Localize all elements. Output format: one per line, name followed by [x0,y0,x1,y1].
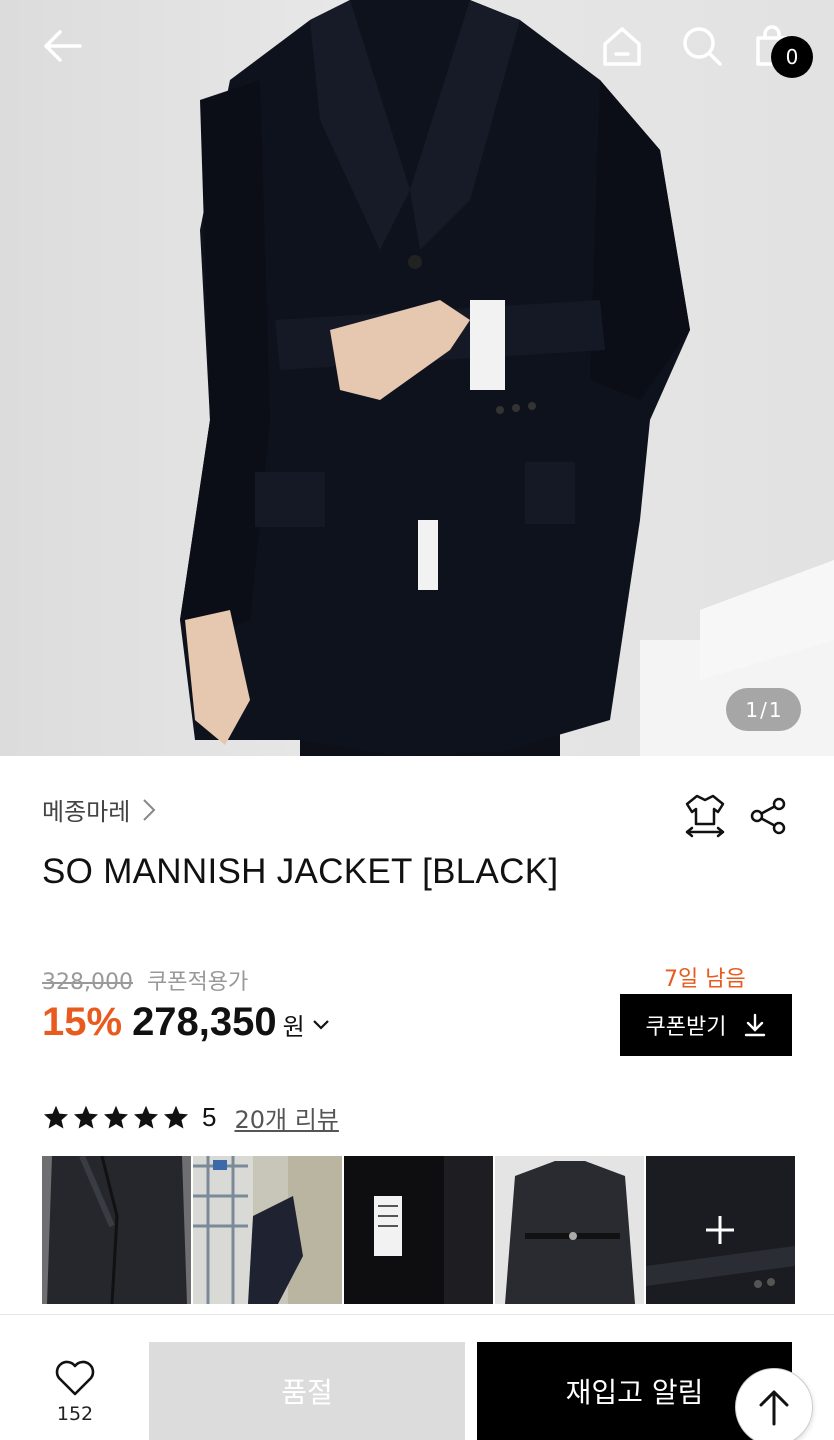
rating-row: 5 20개 리뷰 [42,1100,339,1135]
currency-unit: 원 [282,1013,305,1041]
review-photo-thumbnail[interactable] [42,1156,191,1304]
review-photo-image [344,1156,493,1304]
review-count-link[interactable]: 20개 리뷰 [234,1100,338,1135]
home-button[interactable] [598,22,646,70]
rating-stars [42,1104,190,1132]
brand-link[interactable]: 메종마레 [42,792,156,827]
chevron-down-icon [312,1019,329,1030]
sale-price: 278,350 [132,1000,277,1044]
get-coupon-button[interactable]: 쿠폰받기 [620,994,792,1056]
review-photo-strip [42,1156,795,1304]
image-counter-total: 1 [768,697,782,722]
image-counter-current: 1 [745,697,759,722]
home-icon [603,27,641,66]
plus-icon [706,1216,734,1244]
review-photo-thumbnail[interactable] [344,1156,493,1304]
review-photo-image [193,1156,342,1304]
search-button[interactable] [678,22,726,70]
search-icon [683,27,722,66]
share-icon [750,797,786,835]
top-navigation-bar: 0 [0,0,834,96]
discount-rate: 15% [42,1000,123,1044]
original-price-row: 328,000 쿠폰적용가 [42,964,248,996]
review-photo-image [495,1156,644,1304]
cart-count-badge: 0 [771,36,813,78]
coupon-days-left: 7일 남음 [664,967,746,992]
wishlist-count: 152 [56,1403,94,1425]
product-image-carousel[interactable]: 0 1 / 1 [0,0,834,756]
scroll-to-top-button[interactable] [735,1368,813,1440]
star-icon [43,1105,69,1128]
star-icon [133,1105,159,1128]
arrow-up-icon [759,1390,789,1426]
wishlist-button[interactable]: 152 [44,1359,106,1425]
price-breakdown-toggle[interactable]: 15% 278,350 원 [42,1000,331,1045]
product-detail-page: 0 1 / 1 메종마레 SO MANNISH JACKET [BLACK] 3… [0,0,834,1440]
bottom-action-bar: 152 품절 재입고 알림 [0,1314,834,1440]
star-icon [163,1105,189,1128]
product-title: SO MANNISH JACKET [BLACK] [42,852,559,891]
rating-value: 5 [202,1102,217,1132]
size-guide-button[interactable] [680,790,730,840]
coupon-price-label: 쿠폰적용가 [146,970,249,995]
review-photo-thumbnail[interactable] [495,1156,644,1304]
get-coupon-label: 쿠폰받기 [645,1015,727,1040]
size-guide-icon [685,794,725,838]
review-photo-thumbnail[interactable] [193,1156,342,1304]
product-photo [180,0,834,756]
share-button[interactable] [744,792,792,840]
image-counter-separator: / [760,697,767,722]
brand-name: 메종마레 [42,798,131,826]
back-arrow-icon [44,30,82,62]
download-icon [745,1013,766,1037]
chevron-right-icon [143,798,156,821]
soldout-button: 품절 [149,1342,465,1440]
image-counter: 1 / 1 [726,688,801,731]
review-photo-more[interactable] [646,1156,795,1304]
review-photo-image [42,1156,191,1304]
star-icon [73,1105,99,1128]
heart-icon [55,1360,95,1396]
original-price: 328,000 [42,970,133,995]
star-icon [103,1105,129,1128]
back-button[interactable] [38,22,86,70]
